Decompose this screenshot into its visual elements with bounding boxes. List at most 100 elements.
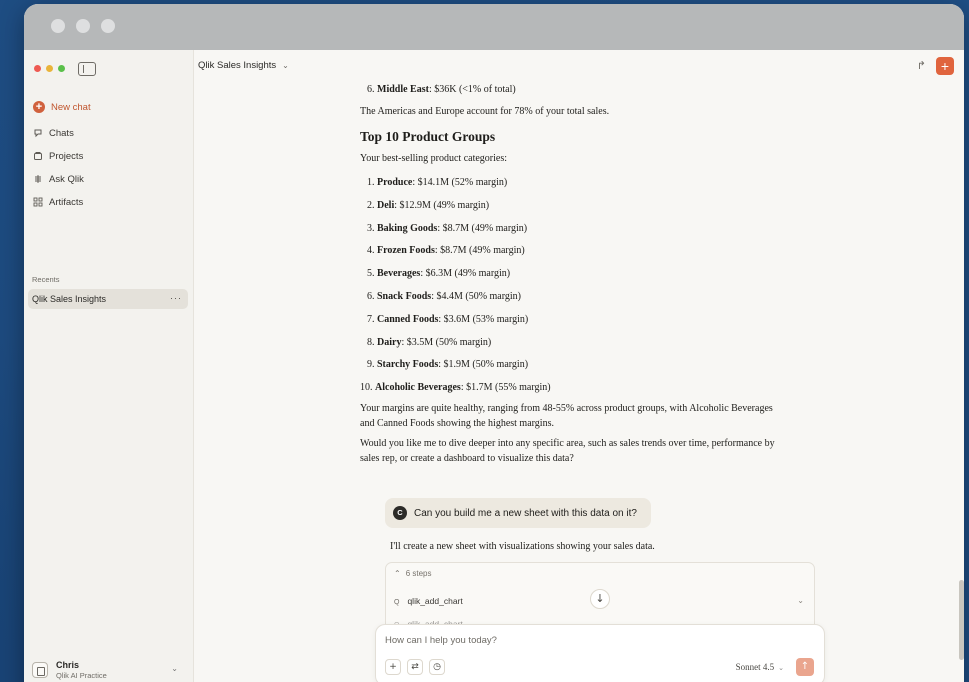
- chevron-up-icon: ⌃: [394, 569, 401, 578]
- product-value: : $14.1M (52% margin): [412, 177, 508, 188]
- product-name: Deli: [377, 199, 395, 211]
- list-number: 7.: [367, 313, 375, 325]
- sidebar-item-label: Chats: [49, 127, 74, 139]
- conversation-title[interactable]: Qlik Sales Insights ⌄: [198, 60, 289, 71]
- region-line: 6. Middle East: $36K (<1% of total): [367, 84, 516, 95]
- margins-paragraph: Your margins are quite healthy, ranging …: [360, 403, 773, 429]
- zoom-button[interactable]: [58, 65, 65, 72]
- artifacts-icon: [33, 197, 43, 207]
- minimize-button[interactable]: [46, 65, 53, 72]
- list-number: 2.: [367, 199, 375, 211]
- step-row[interactable]: Qqlik_add_chart: [394, 596, 463, 606]
- model-selector[interactable]: Sonnet 4.5 ⌄: [736, 662, 784, 672]
- window-title-bar: [24, 4, 964, 50]
- section-heading: Top 10 Product Groups: [360, 129, 496, 144]
- new-chat-button[interactable]: + New chat: [29, 97, 189, 117]
- list-item: 4. Frozen Foods: $8.7M (49% margin): [367, 245, 525, 256]
- list-number: 3.: [367, 222, 375, 234]
- list-number: 5.: [367, 268, 375, 280]
- product-value: : $1.9M (50% margin): [438, 359, 529, 371]
- recent-chat-label: Qlik Sales Insights: [32, 294, 107, 304]
- message-input[interactable]: How can I help you today?: [385, 635, 497, 646]
- share-icon[interactable]: ↱: [917, 59, 926, 72]
- product-value: : $8.7M (49% margin): [437, 222, 528, 234]
- list-item: 6. Snack Foods: $4.4M (50% margin): [367, 291, 521, 302]
- user-message-text: Can you build me a new sheet with this d…: [414, 507, 637, 519]
- product-name: Produce: [377, 177, 413, 188]
- window-close-dot[interactable]: [51, 19, 65, 33]
- plus-icon: +: [33, 101, 45, 113]
- list-item: 5. Beverages: $6.3M (49% margin): [367, 268, 510, 279]
- new-chat-plus-button[interactable]: +: [936, 57, 954, 75]
- message-composer[interactable]: How can I help you today? + ⇄ ◷ Sonnet 4…: [375, 624, 825, 682]
- product-name: Beverages: [377, 268, 421, 280]
- send-button[interactable]: ↑: [796, 658, 814, 676]
- qlik-icon: Q: [394, 599, 400, 606]
- window-zoom-dot[interactable]: [101, 19, 115, 33]
- chevron-down-icon: ⌄: [282, 61, 289, 70]
- scroll-to-bottom-button[interactable]: ↓: [590, 589, 610, 609]
- sidebar-item-chats[interactable]: Chats: [29, 123, 189, 143]
- list-number: 6.: [367, 291, 375, 302]
- assistant-reply: I'll create a new sheet with visualizati…: [390, 541, 655, 552]
- sidebar-item-label: Projects: [49, 150, 84, 162]
- qlik-icon: [33, 174, 43, 184]
- recent-chat-item[interactable]: Qlik Sales Insights ···: [28, 289, 188, 309]
- product-name: Alcoholic Beverages: [375, 382, 461, 394]
- user-org: Qlik AI Practice: [56, 671, 107, 680]
- list-item: 3. Baking Goods: $8.7M (49% margin): [367, 223, 527, 234]
- avatar: C: [393, 506, 407, 520]
- sidebar-item-ask-qlik[interactable]: Ask Qlik: [29, 169, 189, 189]
- list-item: 9. Starchy Foods: $1.9M (50% margin): [367, 359, 528, 370]
- history-icon[interactable]: ◷: [429, 659, 445, 675]
- user-name: Chris: [56, 660, 80, 670]
- new-chat-label: New chat: [51, 101, 91, 113]
- app-window: + New chat Chats Projects Ask Qlik Artif…: [24, 4, 964, 682]
- section-intro: Your best-selling product categories:: [360, 153, 508, 164]
- add-attachment-button[interactable]: +: [385, 659, 401, 675]
- product-name: Baking Goods: [377, 222, 438, 234]
- sidebar: + New chat Chats Projects Ask Qlik Artif…: [24, 50, 194, 682]
- chevron-down-icon[interactable]: ⌄: [797, 596, 804, 605]
- product-value: : $4.4M (50% margin): [431, 291, 521, 302]
- region-value: : $36K (<1% of total): [428, 84, 516, 95]
- window-minimize-dot[interactable]: [76, 19, 90, 33]
- chevron-down-icon: ⌄: [171, 664, 178, 673]
- close-button[interactable]: [34, 65, 41, 72]
- user-profile[interactable]: Chris Qlik AI Practice ⌄: [28, 655, 188, 682]
- folder-icon: [33, 151, 43, 161]
- sidebar-toggle-icon[interactable]: [78, 62, 96, 76]
- americas-summary: The Americas and Europe account for 78% …: [360, 106, 610, 117]
- sidebar-item-label: Ask Qlik: [49, 173, 84, 185]
- steps-count: 6 steps: [405, 569, 432, 578]
- user-message: C Can you build me a new sheet with this…: [385, 498, 651, 528]
- product-name: Dairy: [377, 336, 402, 348]
- product-name: Canned Foods: [377, 313, 439, 325]
- chat-icon: [33, 128, 43, 138]
- list-item: 2. Deli: $12.9M (49% margin): [367, 200, 489, 211]
- conversation-title-text: Qlik Sales Insights: [198, 60, 277, 71]
- chevron-down-icon: ⌄: [778, 664, 784, 672]
- product-value: : $1.7M (55% margin): [460, 382, 551, 394]
- recents-heading: Recents: [32, 275, 60, 284]
- steps-header[interactable]: ⌃ 6 steps: [394, 569, 432, 578]
- model-name: Sonnet 4.5: [735, 662, 775, 672]
- list-item: 10. Alcoholic Beverages: $1.7M (55% marg…: [360, 382, 551, 393]
- product-name: Frozen Foods: [377, 245, 435, 257]
- list-number: 1.: [367, 177, 375, 188]
- list-item: 7. Canned Foods: $3.6M (53% margin): [367, 314, 528, 325]
- list-number: 8.: [367, 336, 375, 348]
- sidebar-item-projects[interactable]: Projects: [29, 146, 189, 166]
- sidebar-item-artifacts[interactable]: Artifacts: [29, 192, 189, 212]
- list-item: 1. Produce: $14.1M (52% margin): [367, 177, 507, 188]
- product-name: Starchy Foods: [377, 359, 439, 371]
- step-label: qlik_add_chart: [407, 596, 463, 606]
- sidebar-item-label: Artifacts: [49, 196, 84, 208]
- region-name: Middle East: [377, 84, 429, 95]
- tools-button[interactable]: ⇄: [407, 659, 423, 675]
- list-number: 6.: [367, 84, 375, 95]
- product-value: : $12.9M (49% margin): [394, 199, 490, 211]
- scrollbar[interactable]: [959, 580, 964, 660]
- product-value: : $3.5M (50% margin): [401, 336, 492, 348]
- more-options-icon[interactable]: ···: [170, 293, 182, 303]
